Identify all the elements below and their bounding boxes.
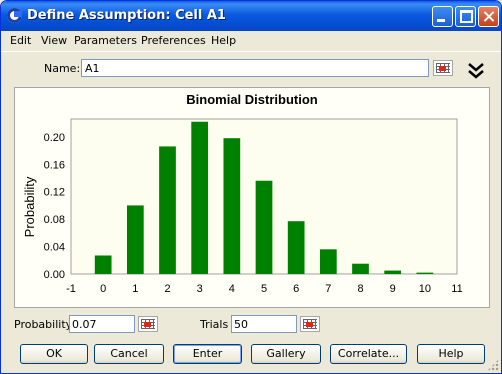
- y-tick-label: 0.04: [44, 242, 65, 254]
- bar-2: [159, 146, 176, 274]
- expand-chevron-icon[interactable]: [466, 61, 486, 81]
- cell-reference-icon[interactable]: [433, 60, 453, 76]
- trials-cell-reference-icon[interactable]: [300, 316, 320, 332]
- ok-button[interactable]: OK: [20, 344, 88, 364]
- bar-8: [352, 263, 369, 274]
- menu-preferences[interactable]: Preferences: [141, 34, 206, 47]
- close-button[interactable]: [478, 6, 499, 27]
- y-axis-label: Probability: [22, 176, 37, 237]
- maximize-button[interactable]: [455, 6, 476, 27]
- x-tick-label: 1: [132, 283, 138, 295]
- bar-4: [223, 138, 241, 274]
- x-tick-label: -1: [66, 283, 76, 295]
- name-label: Name:: [44, 62, 81, 75]
- bar-9: [384, 270, 402, 274]
- gallery-button[interactable]: Gallery: [251, 344, 321, 364]
- x-tick-label: 0: [100, 283, 106, 295]
- menu-bar: Edit View Parameters Preferences Help: [1, 31, 501, 51]
- correlate-button[interactable]: Correlate...: [330, 344, 407, 364]
- probability-input[interactable]: [69, 315, 135, 333]
- bar-10: [416, 272, 434, 274]
- trials-label: Trials: [200, 318, 229, 331]
- title-bar[interactable]: Define Assumption: Cell A1: [1, 1, 501, 31]
- window-title: Define Assumption: Cell A1: [27, 8, 226, 23]
- x-tick-label: 5: [261, 283, 267, 295]
- minimize-button[interactable]: [432, 6, 453, 27]
- y-tick-label: 0.20: [44, 132, 65, 144]
- x-tick-label: 10: [419, 283, 431, 295]
- x-tick-label: 3: [197, 283, 203, 295]
- x-tick-label: 4: [229, 283, 235, 295]
- menu-edit[interactable]: Edit: [10, 34, 31, 47]
- bar-5: [255, 180, 273, 274]
- help-button[interactable]: Help: [417, 344, 485, 364]
- bar-3: [191, 121, 209, 274]
- cancel-button[interactable]: Cancel: [94, 344, 164, 364]
- x-tick-label: 7: [325, 283, 331, 295]
- y-tick-label: 0.16: [44, 159, 65, 171]
- probability-label: Probability: [14, 318, 73, 331]
- x-tick-label: 2: [164, 283, 170, 295]
- name-input[interactable]: [81, 59, 429, 77]
- bar-6: [287, 221, 305, 274]
- y-tick-label: 0.00: [44, 269, 65, 281]
- y-tick-label: 0.08: [44, 214, 65, 226]
- menu-separator: [1, 51, 501, 52]
- menu-view[interactable]: View: [41, 34, 67, 47]
- bar-7: [319, 249, 337, 274]
- binomial-chart: Binomial Distribution Probability -1 0 1 2 3…: [15, 88, 489, 307]
- x-tick-label: 8: [357, 283, 363, 295]
- menu-parameters[interactable]: Parameters: [74, 34, 137, 47]
- crystal-ball-app-icon: [7, 8, 22, 23]
- trials-input[interactable]: [231, 315, 297, 333]
- probability-cell-reference-icon[interactable]: [138, 316, 158, 332]
- bar-1: [126, 205, 144, 274]
- y-tick-label: 0.12: [44, 187, 65, 199]
- chart-title: Binomial Distribution: [186, 92, 318, 107]
- enter-button[interactable]: Enter: [173, 344, 242, 364]
- define-assumption-window: Define Assumption: Cell A1 Edit View Par…: [0, 0, 502, 374]
- resize-grip-icon[interactable]: [487, 359, 499, 371]
- x-tick-label: 9: [390, 283, 396, 295]
- bar-0: [94, 255, 112, 274]
- menu-help[interactable]: Help: [211, 34, 236, 47]
- x-tick-label: 6: [293, 283, 299, 295]
- x-tick-label: 11: [451, 283, 462, 295]
